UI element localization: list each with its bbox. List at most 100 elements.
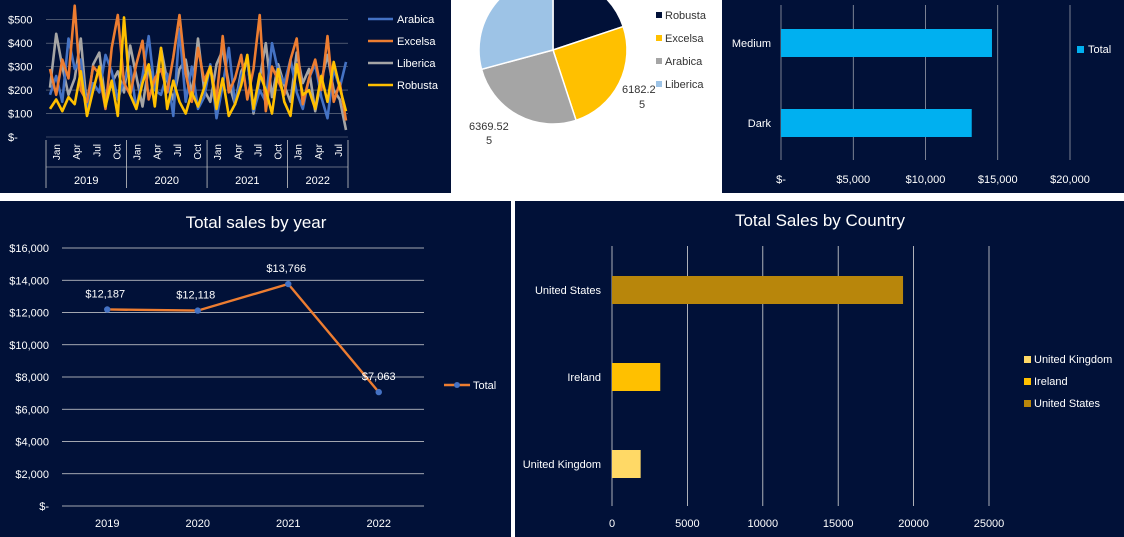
pie-data-label: 6182.2 bbox=[622, 84, 656, 96]
x-tick-label: 25000 bbox=[974, 518, 1005, 530]
y-tick-label: $400 bbox=[8, 38, 32, 50]
legend-label: Robusta bbox=[665, 10, 707, 22]
x-tick-label: 15000 bbox=[823, 518, 854, 530]
month-tick-label: Jul bbox=[173, 144, 184, 157]
legend-swatch-total bbox=[1077, 46, 1084, 53]
legend-label: United Kingdom bbox=[1034, 354, 1112, 366]
legend-swatch-robusta bbox=[656, 12, 662, 18]
chart-title: Total Sales by Country bbox=[735, 211, 906, 230]
chart-title: Total sales by year bbox=[186, 213, 327, 232]
x-tick-label: $- bbox=[776, 174, 786, 186]
data-label: $13,766 bbox=[266, 263, 306, 275]
month-tick-label: Apr bbox=[153, 143, 164, 159]
month-tick-label: Jul bbox=[92, 144, 103, 157]
month-tick-label: Apr bbox=[233, 143, 244, 159]
monthly-sales-svg: $- $100 $200 $300 $400 $500 Jan Apr Jul Oct Jan Apr… bbox=[0, 0, 451, 188]
bar-united-kingdom bbox=[612, 450, 641, 478]
y-tick-label: $500 bbox=[8, 15, 32, 27]
legend-label: Arabica bbox=[665, 56, 703, 68]
sales-by-year-svg: Total sales by year $- $2,000 $4,000 $6,000… bbox=[9, 213, 496, 530]
bar-medium bbox=[781, 29, 992, 57]
pie-data-label-continued: 5 bbox=[639, 99, 645, 111]
legend-swatch-united-states bbox=[1024, 400, 1031, 407]
legend-label: Ireland bbox=[1034, 376, 1068, 388]
sales-by-year-chart: Total sales by year $- $2,000 $4,000 $6,000… bbox=[0, 201, 511, 537]
series-line-total bbox=[107, 282, 380, 393]
type-share-chart: 6182.2 5 6369.52 5 Robusta Excelsa Arabica Libe… bbox=[454, 0, 720, 194]
y-tick-label: $4,000 bbox=[15, 437, 49, 449]
month-tick-label: Oct bbox=[193, 144, 204, 160]
bar-ireland bbox=[612, 363, 661, 391]
roast-type-svg: $- $5,000 $10,000 $15,000 $20,000 Medium Dark T… bbox=[732, 5, 1111, 186]
data-label: $12,118 bbox=[176, 290, 215, 302]
y-tick-label: $12,000 bbox=[9, 308, 49, 320]
category-label: United States bbox=[535, 285, 602, 297]
month-tick-label: Jan bbox=[52, 144, 63, 160]
y-tick-label: $300 bbox=[8, 62, 32, 74]
plot-top-mask bbox=[0, 0, 451, 4]
legend-swatch-liberica bbox=[656, 81, 662, 87]
month-tick-label: Jan bbox=[213, 144, 224, 160]
x-tick-label: 0 bbox=[609, 518, 615, 530]
bar-united-states bbox=[612, 276, 904, 304]
year-group-label: 2019 bbox=[74, 175, 98, 187]
category-label: Medium bbox=[732, 38, 771, 50]
data-point bbox=[194, 307, 201, 314]
legend-label: United States bbox=[1034, 398, 1101, 410]
data-label: $12,187 bbox=[85, 288, 125, 300]
legend-label: Arabica bbox=[397, 14, 435, 26]
month-tick-label: Jan bbox=[294, 144, 305, 160]
legend-marker bbox=[454, 382, 460, 388]
y-tick-label: $14,000 bbox=[9, 275, 49, 287]
monthly-sales-chart: $- $100 $200 $300 $400 $500 Jan Apr Jul Oct Jan Apr… bbox=[0, 0, 451, 193]
legend-label: Excelsa bbox=[665, 33, 704, 45]
x-tick-label: $20,000 bbox=[1050, 174, 1090, 186]
data-point bbox=[375, 388, 382, 396]
x-tick-label: $10,000 bbox=[906, 174, 946, 186]
year-group-label: 2020 bbox=[155, 175, 179, 187]
legend-label: Liberica bbox=[397, 58, 436, 70]
legend-swatch-arabica bbox=[656, 58, 662, 64]
y-tick-label: $6,000 bbox=[15, 404, 49, 416]
y-tick-label: $10,000 bbox=[9, 340, 49, 352]
legend-swatch-excelsa bbox=[656, 35, 662, 41]
legend-label: Robusta bbox=[397, 80, 439, 92]
sales-by-country-chart: Total Sales by Country 0 5000 10000 15000 20… bbox=[515, 201, 1124, 537]
sales-by-country-svg: Total Sales by Country 0 5000 10000 15000 20… bbox=[523, 211, 1113, 530]
data-point bbox=[104, 306, 111, 313]
month-tick-label: Oct bbox=[274, 144, 285, 160]
y-tick-label: $2,000 bbox=[15, 469, 49, 481]
month-tick-label: Jan bbox=[133, 144, 144, 160]
x-tick-label: 5000 bbox=[675, 518, 699, 530]
y-tick-label: $200 bbox=[8, 85, 32, 97]
bar-dark bbox=[781, 109, 972, 137]
month-tick-label: Apr bbox=[314, 143, 325, 159]
y-tick-label: $- bbox=[39, 501, 49, 513]
data-point bbox=[285, 280, 292, 288]
legend-swatch-ireland bbox=[1024, 378, 1031, 385]
x-tick-label: 10000 bbox=[748, 518, 779, 530]
x-tick-label: $5,000 bbox=[836, 174, 870, 186]
y-tick-label: $8,000 bbox=[15, 372, 49, 384]
y-tick-label: $16,000 bbox=[9, 243, 49, 255]
category-label: Dark bbox=[748, 118, 772, 130]
x-tick-label: 2020 bbox=[186, 518, 210, 530]
pie-data-label-continued: 5 bbox=[486, 135, 492, 147]
month-tick-label: Apr bbox=[72, 143, 83, 159]
x-tick-label: 2019 bbox=[95, 518, 119, 530]
legend-label: Total bbox=[473, 380, 496, 392]
data-label: $7,063 bbox=[362, 371, 396, 383]
category-label: United Kingdom bbox=[523, 459, 601, 471]
x-tick-label: 2022 bbox=[367, 518, 391, 530]
legend-swatch-united-kingdom bbox=[1024, 356, 1031, 363]
month-tick-label: Jul bbox=[253, 144, 264, 157]
month-tick-label: Jul bbox=[334, 144, 345, 157]
x-tick-label: 20000 bbox=[898, 518, 929, 530]
legend-label: Excelsa bbox=[397, 36, 436, 48]
type-share-svg: 6182.2 5 6369.52 5 Robusta Excelsa Arabica Libe… bbox=[469, 0, 707, 147]
x-tick-label: $15,000 bbox=[978, 174, 1018, 186]
pie-data-label: 6369.52 bbox=[469, 121, 509, 133]
month-tick-label: Oct bbox=[112, 144, 123, 160]
year-group-label: 2022 bbox=[306, 175, 330, 187]
y-tick-label: $100 bbox=[8, 109, 32, 121]
